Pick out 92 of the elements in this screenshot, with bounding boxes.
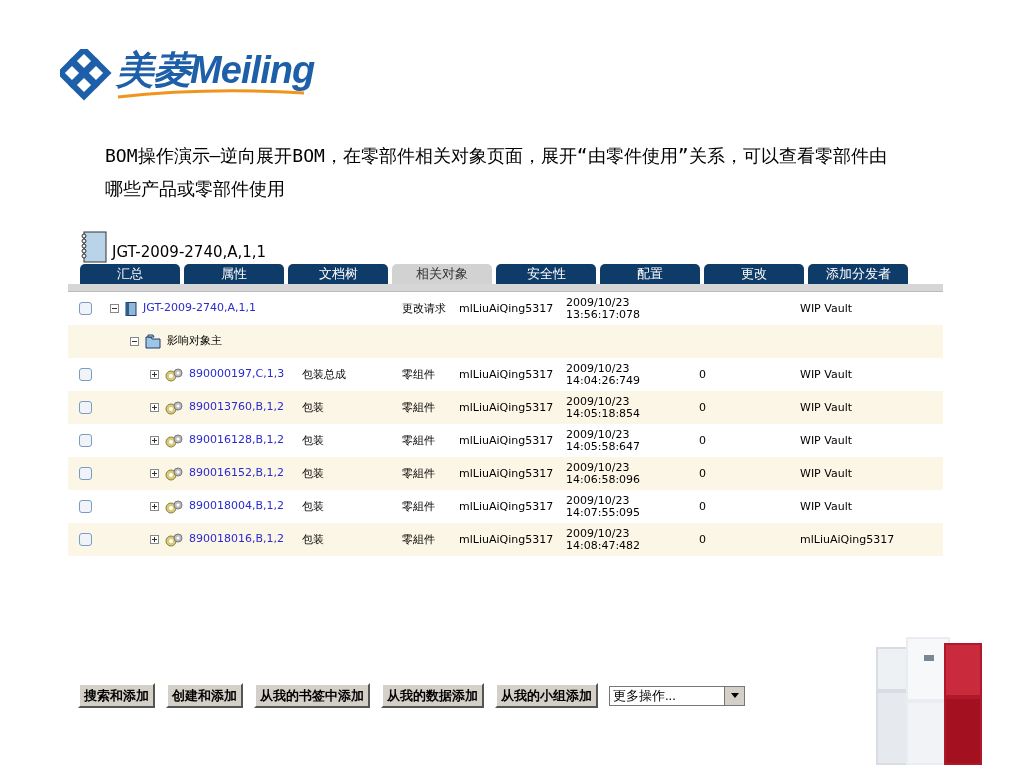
table-cell: 0 [699, 533, 706, 546]
table-cell: 零組件 [402, 434, 435, 447]
table-cell: 2009/10/23 14:04:26:749 [566, 362, 641, 387]
item-link[interactable]: 890018016,B,1,2 [189, 531, 285, 548]
table-cell: 2009/10/23 14:08:47:482 [566, 527, 641, 552]
expand-toggle[interactable] [150, 403, 159, 412]
gears-icon [165, 433, 183, 448]
slide-caption: BOM操作演示—逆向展开BOM，在零部件相关对象页面，展开“由零件使用”关系，可以查看零部件由哪些产品或零部件使用 [105, 144, 888, 201]
item-link[interactable]: 890000197,C,1,3 [189, 366, 285, 383]
table-cell: mlLiuAiQing5317 [459, 467, 554, 480]
row-checkbox[interactable] [78, 302, 92, 315]
folder-label: 影响对象主 [167, 333, 222, 350]
table-cell: 更改请求 [402, 302, 446, 315]
tab[interactable]: 属性 [184, 264, 284, 284]
tab[interactable]: 文档树 [288, 264, 388, 284]
row-checkbox[interactable] [78, 434, 92, 447]
table-cell: 包装 [302, 434, 324, 447]
item-link[interactable]: 890018004,B,1,2 [189, 498, 285, 515]
table-cell: 零組件 [402, 401, 435, 414]
table-cell: 包装总成 [302, 368, 346, 381]
table-cell: WIP Vault [800, 500, 852, 513]
gears-icon [165, 499, 183, 514]
add-button[interactable]: 从我的小组添加 [495, 683, 598, 708]
tab[interactable]: 安全性 [496, 264, 596, 284]
table-cell: 0 [699, 368, 706, 381]
table-cell: mlLiuAiQing5317 [800, 533, 895, 546]
book-icon [125, 301, 137, 316]
collapse-toggle[interactable] [110, 304, 119, 313]
table-cell: WIP Vault [800, 434, 852, 447]
table-cell: 零组件 [402, 368, 435, 381]
tab[interactable]: 添加分发者 [808, 264, 908, 284]
item-link[interactable]: 890013760,B,1,2 [189, 399, 285, 416]
expand-toggle[interactable] [150, 370, 159, 379]
expand-toggle[interactable] [150, 502, 159, 511]
expand-toggle[interactable] [150, 535, 159, 544]
tab[interactable]: 相关对象 [392, 264, 492, 284]
gears-icon [165, 400, 183, 415]
table-cell: 0 [699, 467, 706, 480]
table-cell: 0 [699, 500, 706, 513]
table-cell: 包装 [302, 467, 324, 480]
table-cell: 0 [699, 434, 706, 447]
expand-toggle[interactable] [150, 436, 159, 445]
gears-icon [165, 466, 183, 481]
row-checkbox[interactable] [78, 368, 92, 381]
row-checkbox[interactable] [78, 533, 92, 546]
knot-logo-icon [60, 49, 112, 101]
add-button[interactable]: 创建和添加 [166, 683, 243, 708]
expand-toggle[interactable] [150, 469, 159, 478]
caret-icon [730, 693, 739, 698]
table-cell: mlLiuAiQing5317 [459, 302, 554, 315]
folder-icon [145, 334, 161, 349]
table-cell: mlLiuAiQing5317 [459, 434, 554, 447]
collapse-toggle[interactable] [130, 337, 139, 346]
tab[interactable]: 更改 [704, 264, 804, 284]
table-cell: mlLiuAiQing5317 [459, 368, 554, 381]
add-button[interactable]: 从我的书签中添加 [254, 683, 370, 708]
table-cell: mlLiuAiQing5317 [459, 401, 554, 414]
table-cell: 2009/10/23 14:06:58:096 [566, 461, 641, 486]
table-cell: 2009/10/23 14:05:58:647 [566, 428, 641, 453]
table-cell: WIP Vault [800, 401, 852, 414]
row-checkbox[interactable] [78, 467, 92, 480]
tab[interactable]: 配置 [600, 264, 700, 284]
row-checkbox[interactable] [78, 401, 92, 414]
table-cell: 2009/10/23 14:05:18:854 [566, 395, 641, 420]
table-cell: mlLiuAiQing5317 [459, 500, 554, 513]
notebook-icon [80, 230, 108, 264]
swoosh-icon [116, 89, 306, 99]
more-actions-dropdown[interactable]: 更多操作... [609, 685, 745, 706]
item-link[interactable]: 890016128,B,1,2 [189, 432, 285, 449]
table-cell: 包装 [302, 401, 324, 414]
item-link[interactable]: JGT-2009-2740,A,1,1 [143, 300, 257, 317]
add-button[interactable]: 搜索和添加 [78, 683, 155, 708]
gears-icon [165, 532, 183, 547]
table-cell: 零組件 [402, 533, 435, 546]
table-cell: WIP Vault [800, 467, 852, 480]
table-cell: 零組件 [402, 467, 435, 480]
row-checkbox[interactable] [78, 500, 92, 513]
table-cell: 2009/10/23 13:56:17:078 [566, 296, 641, 321]
table-cell: WIP Vault [800, 302, 852, 315]
object-title: JGT-2009-2740,A,1,1 [112, 241, 267, 263]
item-link[interactable]: 890016152,B,1,2 [189, 465, 285, 482]
table-cell: 2009/10/23 14:07:55:095 [566, 494, 641, 519]
table-cell: mlLiuAiQing5317 [459, 533, 554, 546]
table-cell: 包装 [302, 533, 324, 546]
tab[interactable]: 汇总 [80, 264, 180, 284]
add-button[interactable]: 从我的数据添加 [381, 683, 484, 708]
table-cell: 零組件 [402, 500, 435, 513]
brand-logo: 美菱Meiling [116, 51, 315, 89]
gears-icon [165, 367, 183, 382]
table-cell: 0 [699, 401, 706, 414]
table-cell: 包装 [302, 500, 324, 513]
table-cell: WIP Vault [800, 368, 852, 381]
